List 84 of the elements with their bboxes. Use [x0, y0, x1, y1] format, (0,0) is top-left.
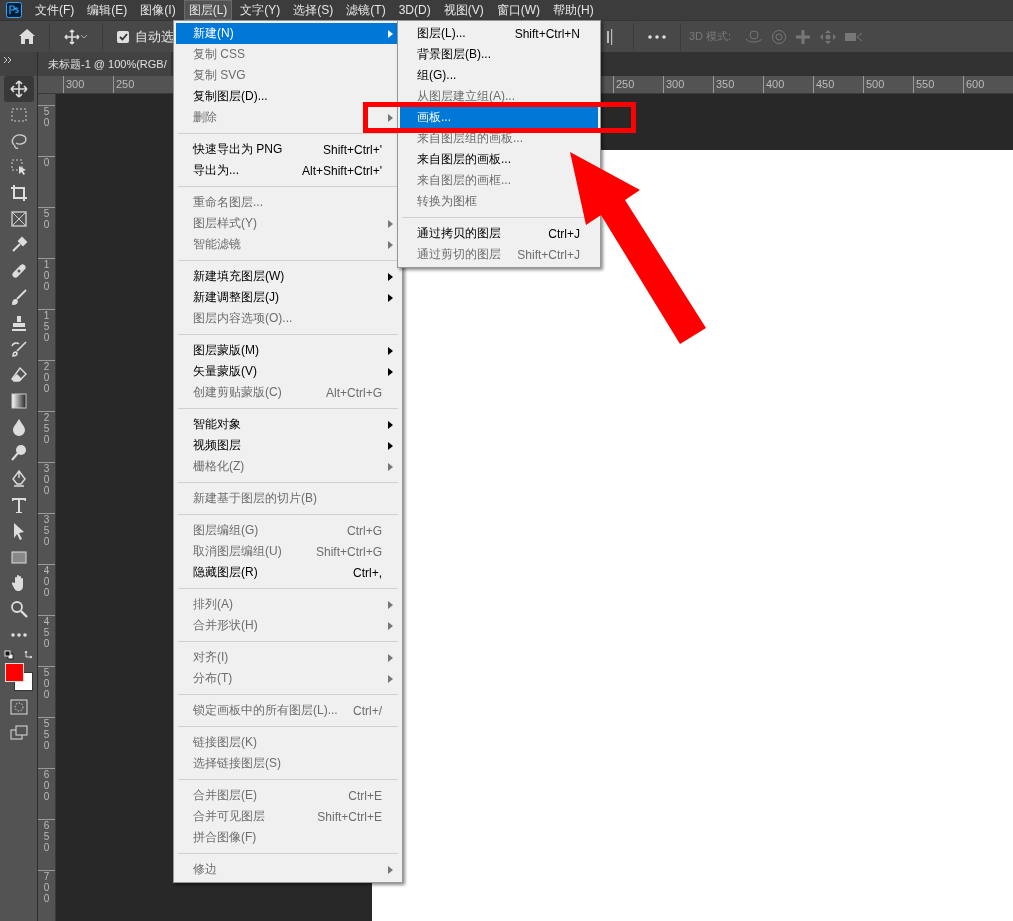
- ruler-label: 50: [42, 208, 51, 232]
- align-icon[interactable]: [607, 28, 613, 45]
- more-icon[interactable]: [648, 34, 666, 39]
- gradient-icon[interactable]: [9, 392, 28, 410]
- zoom-icon[interactable]: [9, 600, 28, 618]
- reset-colors-icon[interactable]: [3, 650, 14, 660]
- menu-item[interactable]: 导出为... Alt+Shift+Ctrl+': [176, 160, 400, 181]
- move-icon[interactable]: [64, 28, 80, 45]
- menu-title[interactable]: 帮助(H): [548, 0, 599, 20]
- menu-item[interactable]: 矢量蒙版(V): [176, 361, 400, 382]
- ruler-label: 600: [963, 76, 1013, 93]
- ruler-label: 450: [813, 76, 863, 93]
- ruler-label: 450: [42, 616, 51, 651]
- type-tool-icon[interactable]: [9, 496, 28, 514]
- ruler-label: 50: [42, 106, 51, 130]
- ruler-label: 600: [42, 769, 51, 804]
- color-swatch-drawing[interactable]: [4, 663, 33, 691]
- ruler-label: 250: [613, 76, 663, 93]
- object-select-icon[interactable]: [9, 158, 28, 176]
- stamp-icon[interactable]: [9, 314, 28, 332]
- menu-item[interactable]: 智能对象: [176, 414, 400, 435]
- menu-item[interactable]: 新建调整图层(J): [176, 287, 400, 308]
- lasso-icon[interactable]: [9, 132, 28, 150]
- ruler-label: 350: [42, 514, 51, 549]
- menu-title[interactable]: 文字(Y): [235, 0, 286, 20]
- checkbox[interactable]: [117, 30, 129, 43]
- menu-title[interactable]: 选择(S): [288, 0, 339, 20]
- menu-title[interactable]: 滤镜(T): [341, 0, 391, 20]
- ruler-label: 550: [42, 718, 51, 753]
- ruler-label: 500: [863, 76, 913, 93]
- menu-item[interactable]: 隐藏图层(R) Ctrl+,: [176, 562, 400, 583]
- ruler-label: 300: [63, 76, 113, 93]
- menu-title[interactable]: 文件(F): [30, 0, 80, 20]
- menu-title[interactable]: 窗口(W): [491, 0, 545, 20]
- auto-select-label: 自动选: [135, 27, 174, 46]
- menu-item[interactable]: 视频图层: [176, 435, 400, 456]
- menu-item[interactable]: 通过拷贝的图层 Ctrl+J: [400, 223, 598, 244]
- move-icon[interactable]: [9, 80, 28, 98]
- menu-title[interactable]: 编辑(E): [82, 0, 133, 20]
- ruler-label: 250: [113, 76, 163, 93]
- ruler-label: 200: [42, 361, 51, 396]
- menu-title[interactable]: 3D(D): [393, 0, 436, 20]
- ruler-label: 150: [42, 310, 51, 345]
- menu-item[interactable]: 画板...: [400, 107, 598, 128]
- frame-icon[interactable]: [9, 210, 28, 228]
- ruler-label: 300: [663, 76, 713, 93]
- menu-title[interactable]: 图层(L): [183, 0, 233, 20]
- history-brush-icon[interactable]: [9, 340, 28, 358]
- rectangle-icon[interactable]: [9, 548, 28, 566]
- app-logo-icon: [6, 2, 22, 18]
- menu-item[interactable]: 组(G)...: [400, 65, 598, 86]
- ruler-label: 250: [42, 412, 51, 447]
- eraser-icon[interactable]: [9, 366, 28, 384]
- crop-icon[interactable]: [9, 184, 28, 202]
- menu-item[interactable]: 来自图层的画板...: [400, 149, 598, 170]
- pen-icon[interactable]: [9, 470, 28, 488]
- dodge-icon[interactable]: [9, 444, 28, 462]
- menu-item[interactable]: 复制图层(D)...: [176, 86, 400, 107]
- collapse-icon[interactable]: [4, 57, 12, 63]
- caret-icon[interactable]: [80, 34, 88, 39]
- screen-mode-icon[interactable]: [9, 725, 28, 741]
- ruler-label: 550: [913, 76, 963, 93]
- ruler-label: 700: [42, 871, 51, 906]
- ruler-label: 100: [42, 259, 51, 294]
- ruler-label: 650: [42, 820, 51, 855]
- ruler-label: 300: [42, 463, 51, 498]
- menu-title[interactable]: 视图(V): [438, 0, 489, 20]
- menu-item[interactable]: 新建(N): [176, 23, 400, 44]
- ruler-label: 0: [42, 157, 51, 170]
- menu-item[interactable]: 背景图层(B)...: [400, 44, 598, 65]
- ruler-label: 400: [42, 565, 51, 600]
- ruler-label: 500: [42, 667, 51, 702]
- home-icon[interactable]: [19, 29, 35, 44]
- menu-item[interactable]: 图层蒙版(M): [176, 340, 400, 361]
- swap-colors-icon[interactable]: [23, 650, 34, 660]
- document-tab[interactable]: 未标题-1 @ 100%(RGB/: [38, 52, 171, 76]
- menu-item[interactable]: 新建填充图层(W): [176, 266, 400, 287]
- brush-icon[interactable]: [9, 288, 28, 306]
- quick-mask-icon[interactable]: [9, 699, 28, 715]
- ruler-label: 400: [763, 76, 813, 93]
- menu-item[interactable]: 快速导出为 PNG Shift+Ctrl+': [176, 139, 400, 160]
- menu-title[interactable]: 图像(I): [135, 0, 181, 20]
- ruler-label: 350: [713, 76, 763, 93]
- menu-item[interactable]: 图层(L)... Shift+Ctrl+N: [400, 23, 598, 44]
